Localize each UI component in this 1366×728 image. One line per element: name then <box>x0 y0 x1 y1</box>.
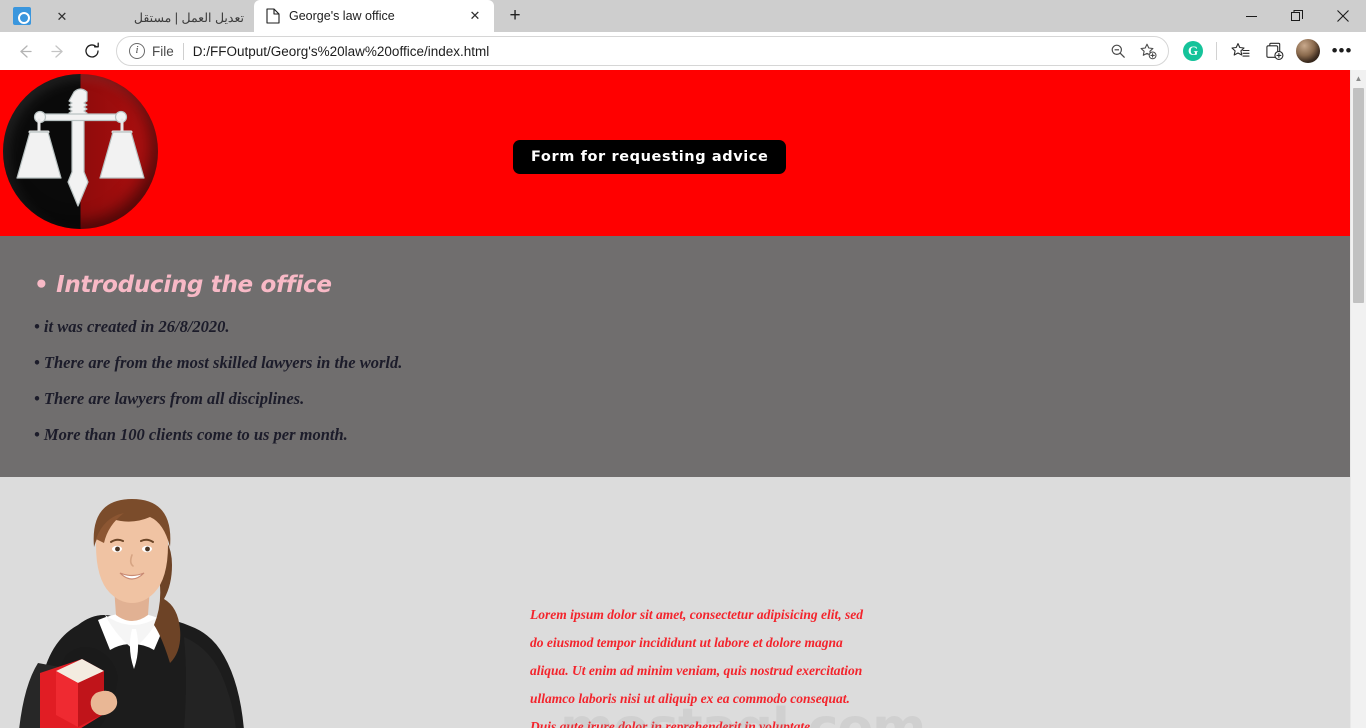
omnibox-actions <box>1104 38 1162 64</box>
tab-georges-law-office[interactable]: George's law office ✕ <box>254 0 494 32</box>
forward-button[interactable] <box>42 36 74 66</box>
about-item: • More than 100 clients come to us per m… <box>34 425 348 444</box>
female-lawyer-photo <box>0 477 270 728</box>
close-button[interactable] <box>1320 0 1366 32</box>
scroll-up-arrow-icon[interactable]: ▲ <box>1351 70 1366 87</box>
request-advice-button[interactable]: Form for requesting advice <box>513 140 787 174</box>
tab-title: George's law office <box>289 9 395 23</box>
web-page: Form for requesting advice • Introducing… <box>0 70 1350 728</box>
omnibox-divider <box>182 42 184 60</box>
hero-banner: Form for requesting advice <box>0 70 1350 236</box>
about-heading: • Introducing the office <box>34 272 332 298</box>
outlook-favicon <box>13 7 31 25</box>
url-scheme-label: File <box>152 43 174 59</box>
add-favorite-icon[interactable] <box>1134 38 1162 64</box>
settings-dots: ••• <box>1331 41 1353 60</box>
page-scrollbar[interactable]: ▲ <box>1350 70 1366 728</box>
minimize-button[interactable] <box>1228 0 1274 32</box>
back-button[interactable] <box>8 36 40 66</box>
toolbar-divider <box>1216 42 1217 60</box>
browser-window: ✕ تعديل العمل | مستقل George's law offic… <box>0 0 1366 728</box>
collections-icon[interactable] <box>1258 36 1290 66</box>
lorem-paragraph: Lorem ipsum dolor sit amet, consectetur … <box>530 607 863 728</box>
scales-of-justice-logo <box>3 74 158 229</box>
tab-title: تعديل العمل | مستقل <box>133 10 244 25</box>
page-icon <box>266 8 280 24</box>
restore-button[interactable] <box>1274 0 1320 32</box>
about-item: • There are from the most skilled lawyer… <box>34 353 403 372</box>
browser-toolbar: i File D:/FFOutput/Georg's%20law%20offic… <box>0 32 1366 70</box>
address-bar[interactable]: i File D:/FFOutput/Georg's%20law%20offic… <box>116 36 1169 66</box>
avatar <box>1296 39 1320 63</box>
tab-mostaql[interactable]: ✕ تعديل العمل | مستقل <box>39 2 254 32</box>
new-tab-button[interactable]: + <box>500 2 530 30</box>
zoom-out-icon[interactable] <box>1104 38 1132 64</box>
site-info-icon[interactable]: i <box>129 43 145 59</box>
page-viewport: Form for requesting advice • Introducing… <box>0 70 1366 728</box>
reload-button[interactable] <box>76 36 108 66</box>
settings-and-more-button[interactable]: ••• <box>1326 36 1358 66</box>
tab-strip: ✕ تعديل العمل | مستقل George's law offic… <box>0 0 1366 32</box>
about-section: • Introducing the office • it was create… <box>0 236 1350 477</box>
about-item: • There are lawyers from all disciplines… <box>34 389 305 408</box>
favorites-icon[interactable] <box>1224 36 1256 66</box>
url-text[interactable]: D:/FFOutput/Georg's%20law%20office/index… <box>193 44 1104 59</box>
tab-close-icon[interactable]: ✕ <box>51 6 73 28</box>
window-controls <box>1228 0 1366 32</box>
grammarly-glyph: G <box>1183 41 1203 61</box>
scrollbar-thumb[interactable] <box>1353 88 1364 303</box>
about-item: • it was created in 26/8/2020. <box>34 317 230 336</box>
grammarly-extension-icon[interactable]: G <box>1177 36 1209 66</box>
tab-close-icon[interactable]: ✕ <box>464 5 486 27</box>
showcase-section: Lorem ipsum dolor sit amet, consectetur … <box>0 477 1350 728</box>
profile-avatar[interactable] <box>1292 36 1324 66</box>
